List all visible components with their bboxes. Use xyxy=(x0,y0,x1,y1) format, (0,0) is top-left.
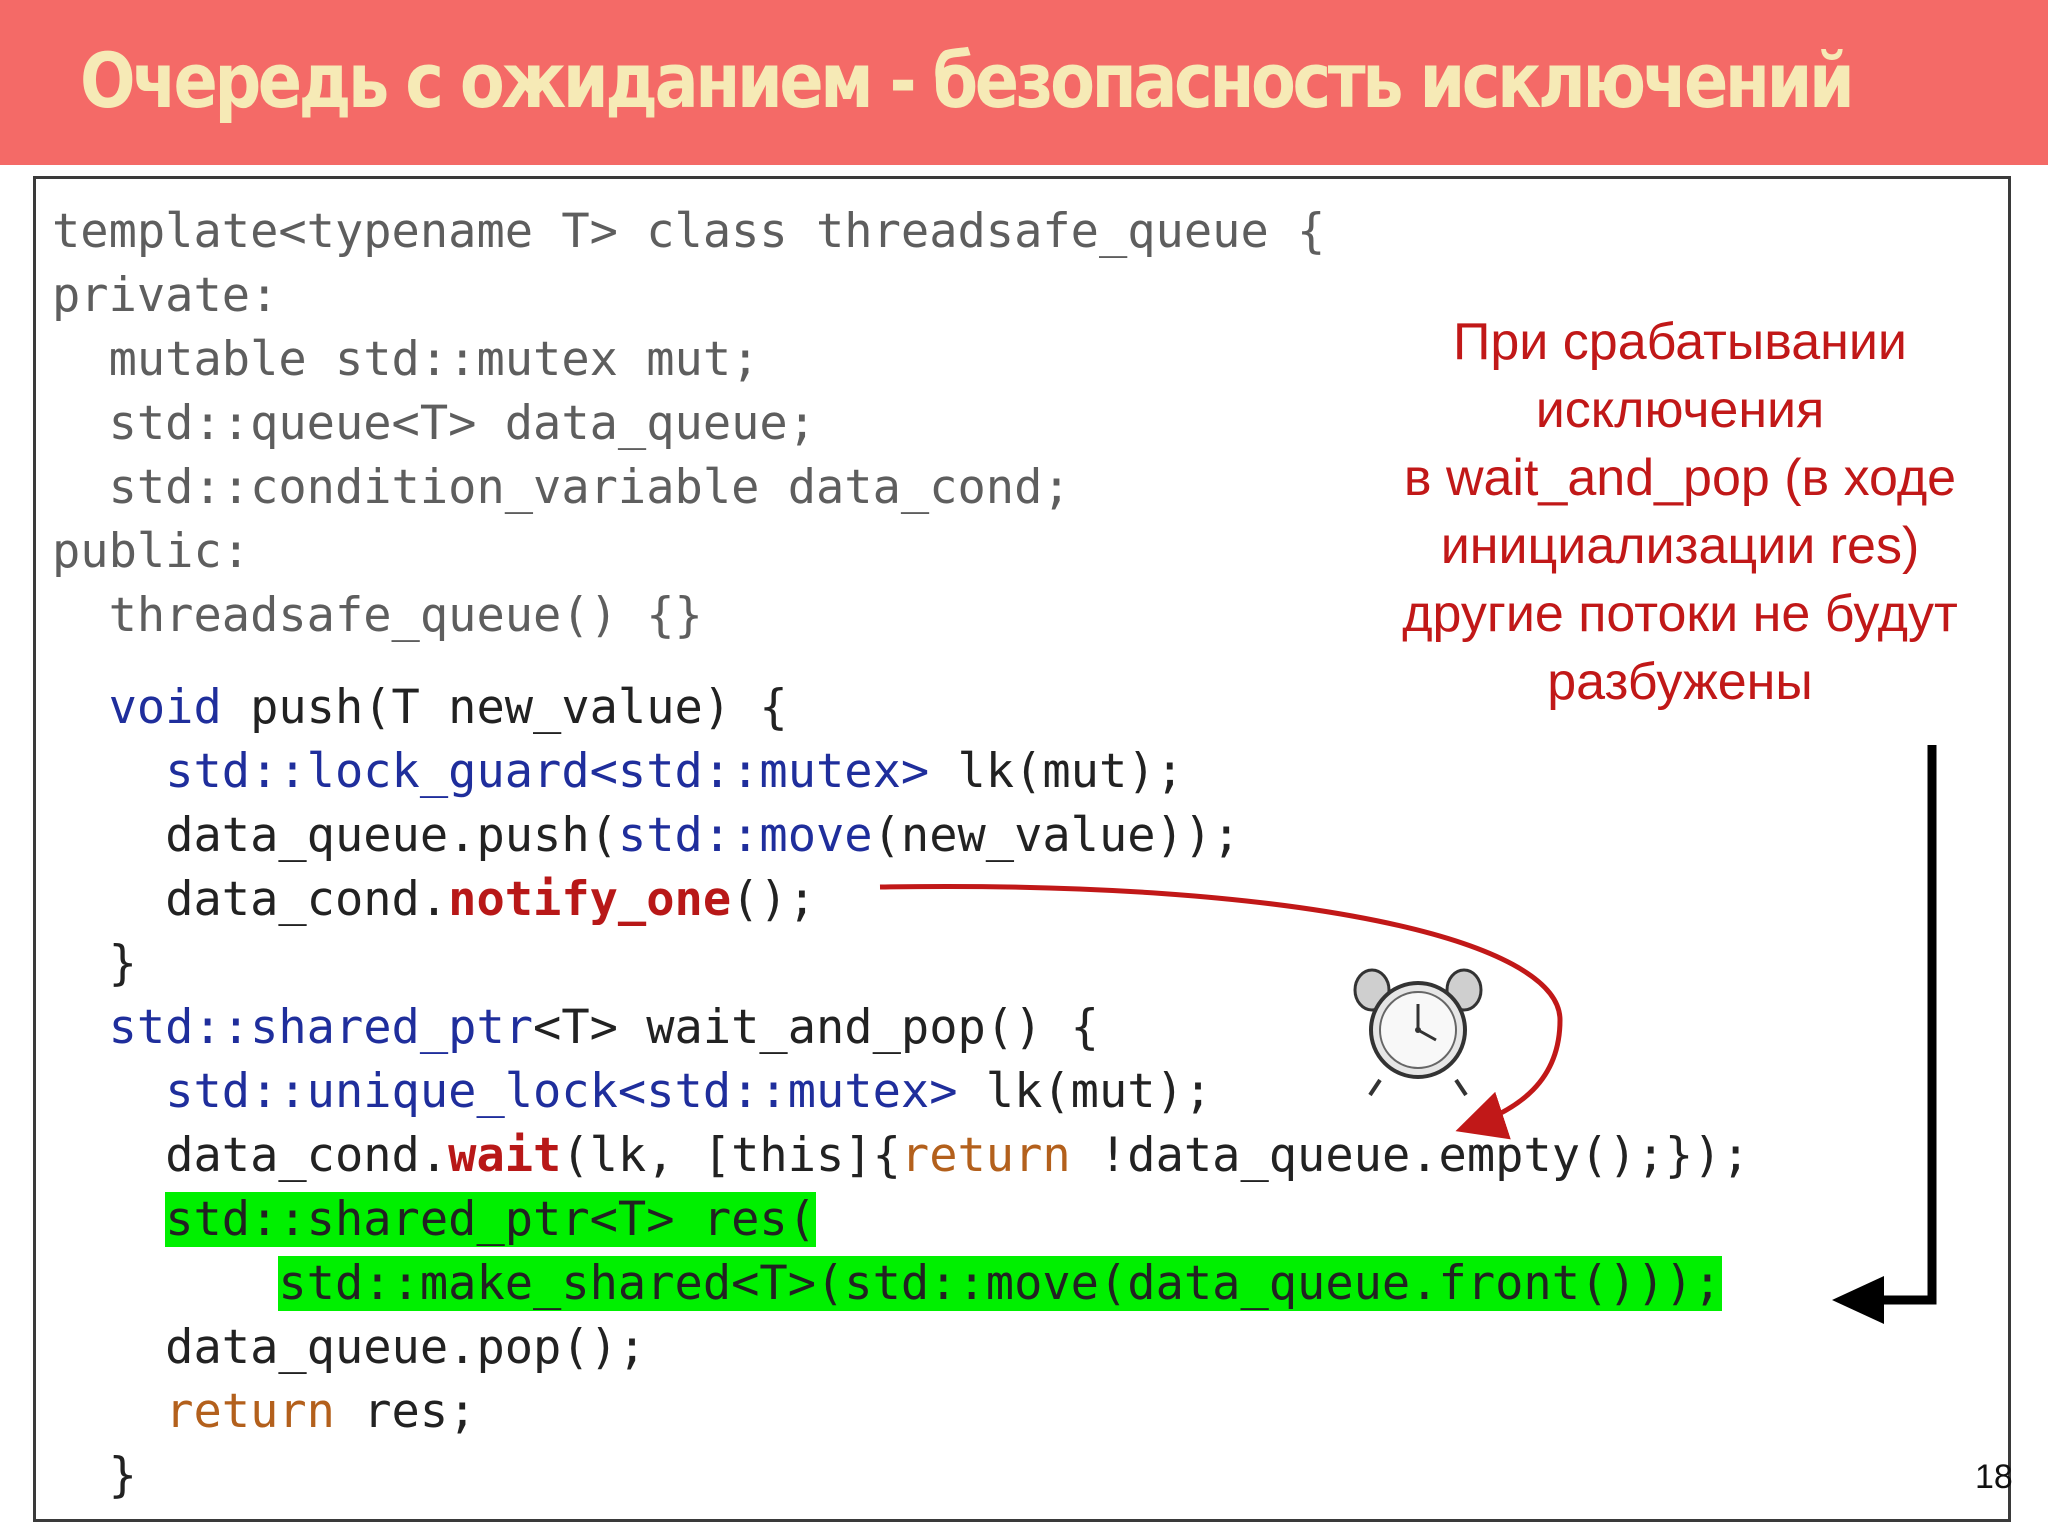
page-number: 18 xyxy=(1975,1458,2013,1496)
alarm-clock-icon xyxy=(1353,968,1483,1097)
note-to-code-arrow xyxy=(1832,745,1937,1324)
annotation-overlay xyxy=(879,745,1937,1324)
